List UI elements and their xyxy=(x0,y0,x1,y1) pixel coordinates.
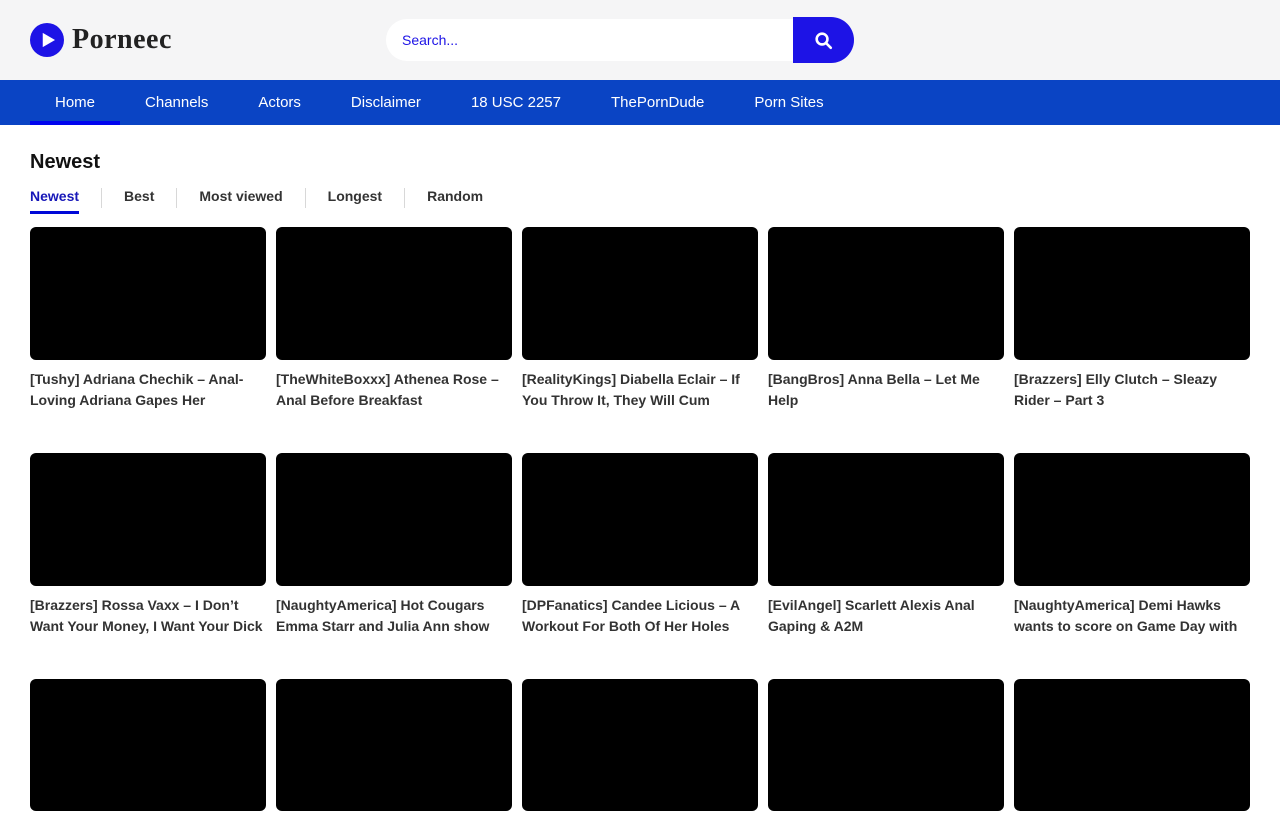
video-thumbnail[interactable] xyxy=(522,679,758,812)
tab-divider xyxy=(305,188,306,208)
video-card[interactable] xyxy=(276,679,512,820)
video-card[interactable] xyxy=(522,679,758,820)
site-logo[interactable]: Porneec xyxy=(30,23,172,57)
video-thumbnail[interactable] xyxy=(1014,679,1250,812)
tab-best[interactable]: Best xyxy=(124,188,154,214)
play-circle-icon xyxy=(30,23,64,57)
video-title[interactable]: [Brazzers] Rossa Vaxx – I Don’t Want You… xyxy=(30,595,266,637)
video-title[interactable]: [EvilAngel] Scarlett Alexis Anal Gaping … xyxy=(768,595,1004,637)
site-header: Porneec xyxy=(0,0,1280,80)
video-card[interactable]: [DPFanatics] Candee Licious – A Workout … xyxy=(522,453,758,637)
main-nav: Home Channels Actors Disclaimer 18 USC 2… xyxy=(0,80,1280,125)
nav-item-theporndude[interactable]: ThePornDude xyxy=(586,80,729,125)
video-card[interactable] xyxy=(768,679,1004,820)
video-card[interactable]: [TheWhiteBoxxx] Athenea Rose – Anal Befo… xyxy=(276,227,512,411)
video-card[interactable]: [RealityKings] Diabella Eclair – If You … xyxy=(522,227,758,411)
tab-longest[interactable]: Longest xyxy=(328,188,382,214)
video-card[interactable] xyxy=(1014,679,1250,820)
tab-divider xyxy=(176,188,177,208)
video-card[interactable]: [Tushy] Adriana Chechik – Anal-Loving Ad… xyxy=(30,227,266,411)
tab-divider xyxy=(404,188,405,208)
nav-item-18-usc-2257[interactable]: 18 USC 2257 xyxy=(446,80,586,125)
video-thumbnail[interactable] xyxy=(522,227,758,360)
tab-divider xyxy=(101,188,102,208)
video-card[interactable]: [Brazzers] Rossa Vaxx – I Don’t Want You… xyxy=(30,453,266,637)
video-thumbnail[interactable] xyxy=(30,453,266,586)
nav-item-disclaimer[interactable]: Disclaimer xyxy=(326,80,446,125)
video-thumbnail[interactable] xyxy=(30,227,266,360)
search-button[interactable] xyxy=(793,17,854,63)
tab-newest[interactable]: Newest xyxy=(30,188,79,214)
video-title[interactable]: [TheWhiteBoxxx] Athenea Rose – Anal Befo… xyxy=(276,369,512,411)
video-card[interactable]: [Brazzers] Elly Clutch – Sleazy Rider – … xyxy=(1014,227,1250,411)
main-content: Newest Newest Best Most viewed Longest R… xyxy=(30,151,1250,820)
video-title[interactable]: [DPFanatics] Candee Licious – A Workout … xyxy=(522,595,758,637)
video-thumbnail[interactable] xyxy=(30,679,266,812)
video-title[interactable]: [Tushy] Adriana Chechik – Anal-Loving Ad… xyxy=(30,369,266,411)
video-card[interactable]: [EvilAngel] Scarlett Alexis Anal Gaping … xyxy=(768,453,1004,637)
video-thumbnail[interactable] xyxy=(768,227,1004,360)
video-thumbnail[interactable] xyxy=(1014,453,1250,586)
tab-most-viewed[interactable]: Most viewed xyxy=(199,188,282,214)
nav-item-channels[interactable]: Channels xyxy=(120,80,233,125)
video-thumbnail[interactable] xyxy=(768,453,1004,586)
video-thumbnail[interactable] xyxy=(1014,227,1250,360)
search-form xyxy=(386,17,854,63)
video-thumbnail[interactable] xyxy=(768,679,1004,812)
nav-item-actors[interactable]: Actors xyxy=(233,80,326,125)
video-title[interactable]: [NaughtyAmerica] Demi Hawks wants to sco… xyxy=(1014,595,1250,637)
video-thumbnail[interactable] xyxy=(276,453,512,586)
video-title[interactable]: [Brazzers] Elly Clutch – Sleazy Rider – … xyxy=(1014,369,1250,411)
video-title[interactable]: [RealityKings] Diabella Eclair – If You … xyxy=(522,369,758,411)
page-title: Newest xyxy=(30,151,1250,174)
video-card[interactable] xyxy=(30,679,266,820)
video-title[interactable]: [BangBros] Anna Bella – Let Me Help xyxy=(768,369,1004,411)
video-card[interactable]: [BangBros] Anna Bella – Let Me Help xyxy=(768,227,1004,411)
site-title: Porneec xyxy=(72,24,172,56)
video-card[interactable]: [NaughtyAmerica] Demi Hawks wants to sco… xyxy=(1014,453,1250,637)
video-title[interactable]: [NaughtyAmerica] Hot Cougars Emma Starr … xyxy=(276,595,512,637)
video-grid: [Tushy] Adriana Chechik – Anal-Loving Ad… xyxy=(30,227,1250,820)
sort-tabs: Newest Best Most viewed Longest Random xyxy=(30,188,1250,214)
video-thumbnail[interactable] xyxy=(522,453,758,586)
video-card[interactable]: [NaughtyAmerica] Hot Cougars Emma Starr … xyxy=(276,453,512,637)
nav-item-porn-sites[interactable]: Porn Sites xyxy=(729,80,848,125)
nav-item-home[interactable]: Home xyxy=(30,80,120,125)
tab-random[interactable]: Random xyxy=(427,188,483,214)
video-thumbnail[interactable] xyxy=(276,679,512,812)
search-input[interactable] xyxy=(386,19,793,61)
search-icon xyxy=(812,29,835,52)
video-thumbnail[interactable] xyxy=(276,227,512,360)
